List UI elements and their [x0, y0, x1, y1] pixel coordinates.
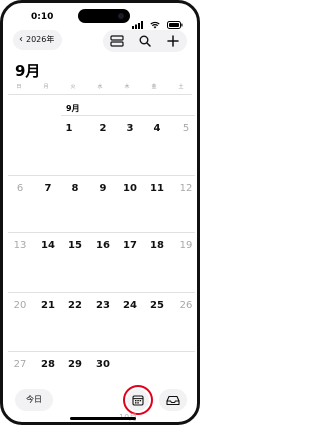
weekday-header: 日 月 火 水 木 金 土: [3, 83, 197, 93]
day-cell[interactable]: 10: [118, 183, 142, 194]
week-divider: [8, 292, 195, 293]
calendar-icon: [132, 391, 144, 410]
week-divider: [61, 115, 195, 116]
chevron-left-icon: ‹: [19, 34, 23, 45]
month-grid: 9月 1 2 3 4 5 6 7 8 9 10 11 12 13 14 15 1…: [3, 95, 197, 395]
weekday-label: 金: [151, 84, 157, 90]
week-divider: [8, 175, 195, 176]
inline-month-label: 9月: [66, 104, 80, 113]
day-cell[interactable]: 7: [36, 183, 60, 194]
plus-icon: [167, 32, 179, 51]
weekday-label: 火: [70, 84, 76, 90]
page-title: 9月: [15, 62, 41, 80]
calendars-button[interactable]: [127, 389, 149, 411]
week-divider: [8, 232, 195, 233]
camera-dot: [118, 13, 124, 19]
weekday-label: 土: [178, 84, 184, 90]
phone-screen: 0:10 ‹ 2026年 9月 日 月 火 水 木 金 土 9月 1 2 3 4…: [0, 0, 200, 425]
day-cell[interactable]: 29: [63, 359, 87, 370]
day-cell[interactable]: 14: [36, 240, 60, 251]
week-divider: [8, 351, 195, 352]
search-button[interactable]: [131, 30, 159, 52]
day-cell[interactable]: 4: [145, 123, 169, 134]
back-label: 2026年: [26, 35, 55, 44]
day-cell[interactable]: 23: [91, 300, 115, 311]
back-button[interactable]: ‹ 2026年: [13, 30, 63, 50]
status-bar: 0:10: [3, 9, 197, 29]
day-cell[interactable]: 19: [174, 240, 197, 251]
day-cell[interactable]: 11: [145, 183, 169, 194]
day-cell[interactable]: 17: [118, 240, 142, 251]
search-icon: [139, 32, 151, 51]
day-cell[interactable]: 8: [63, 183, 87, 194]
day-cell[interactable]: 2: [91, 123, 115, 134]
day-cell[interactable]: 16: [91, 240, 115, 251]
day-cell[interactable]: 6: [8, 183, 32, 194]
list-view-icon: [110, 32, 124, 51]
day-cell[interactable]: 28: [36, 359, 60, 370]
weekday-label: 木: [124, 84, 130, 90]
weekday-label: 水: [97, 84, 103, 90]
dynamic-island: [78, 9, 130, 23]
home-indicator[interactable]: [70, 417, 136, 420]
day-cell[interactable]: 30: [91, 359, 115, 370]
day-cell[interactable]: 12: [174, 183, 197, 194]
day-cell[interactable]: 5: [174, 123, 197, 134]
day-cell[interactable]: 9: [91, 183, 115, 194]
weekday-label: 日: [16, 84, 22, 90]
day-cell[interactable]: 15: [63, 240, 87, 251]
day-cell[interactable]: 27: [8, 359, 32, 370]
status-icons: [131, 13, 183, 29]
toolbar: [103, 30, 187, 52]
day-cell[interactable]: 25: [145, 300, 169, 311]
day-cell[interactable]: 24: [118, 300, 142, 311]
day-cell[interactable]: 3: [118, 123, 142, 134]
today-button[interactable]: 今日: [15, 389, 53, 411]
inbox-button[interactable]: [159, 389, 187, 411]
day-cell[interactable]: 18: [145, 240, 169, 251]
day-cell[interactable]: 20: [8, 300, 32, 311]
status-time: 0:10: [31, 12, 54, 22]
inbox-icon: [166, 391, 180, 410]
weekday-label: 月: [43, 84, 49, 90]
add-event-button[interactable]: [159, 30, 187, 52]
day-cell[interactable]: 22: [63, 300, 87, 311]
day-cell[interactable]: 26: [174, 300, 197, 311]
day-cell[interactable]: 13: [8, 240, 32, 251]
list-view-button[interactable]: [103, 30, 131, 52]
day-cell[interactable]: 21: [36, 300, 60, 311]
day-cell[interactable]: 1: [57, 123, 81, 134]
